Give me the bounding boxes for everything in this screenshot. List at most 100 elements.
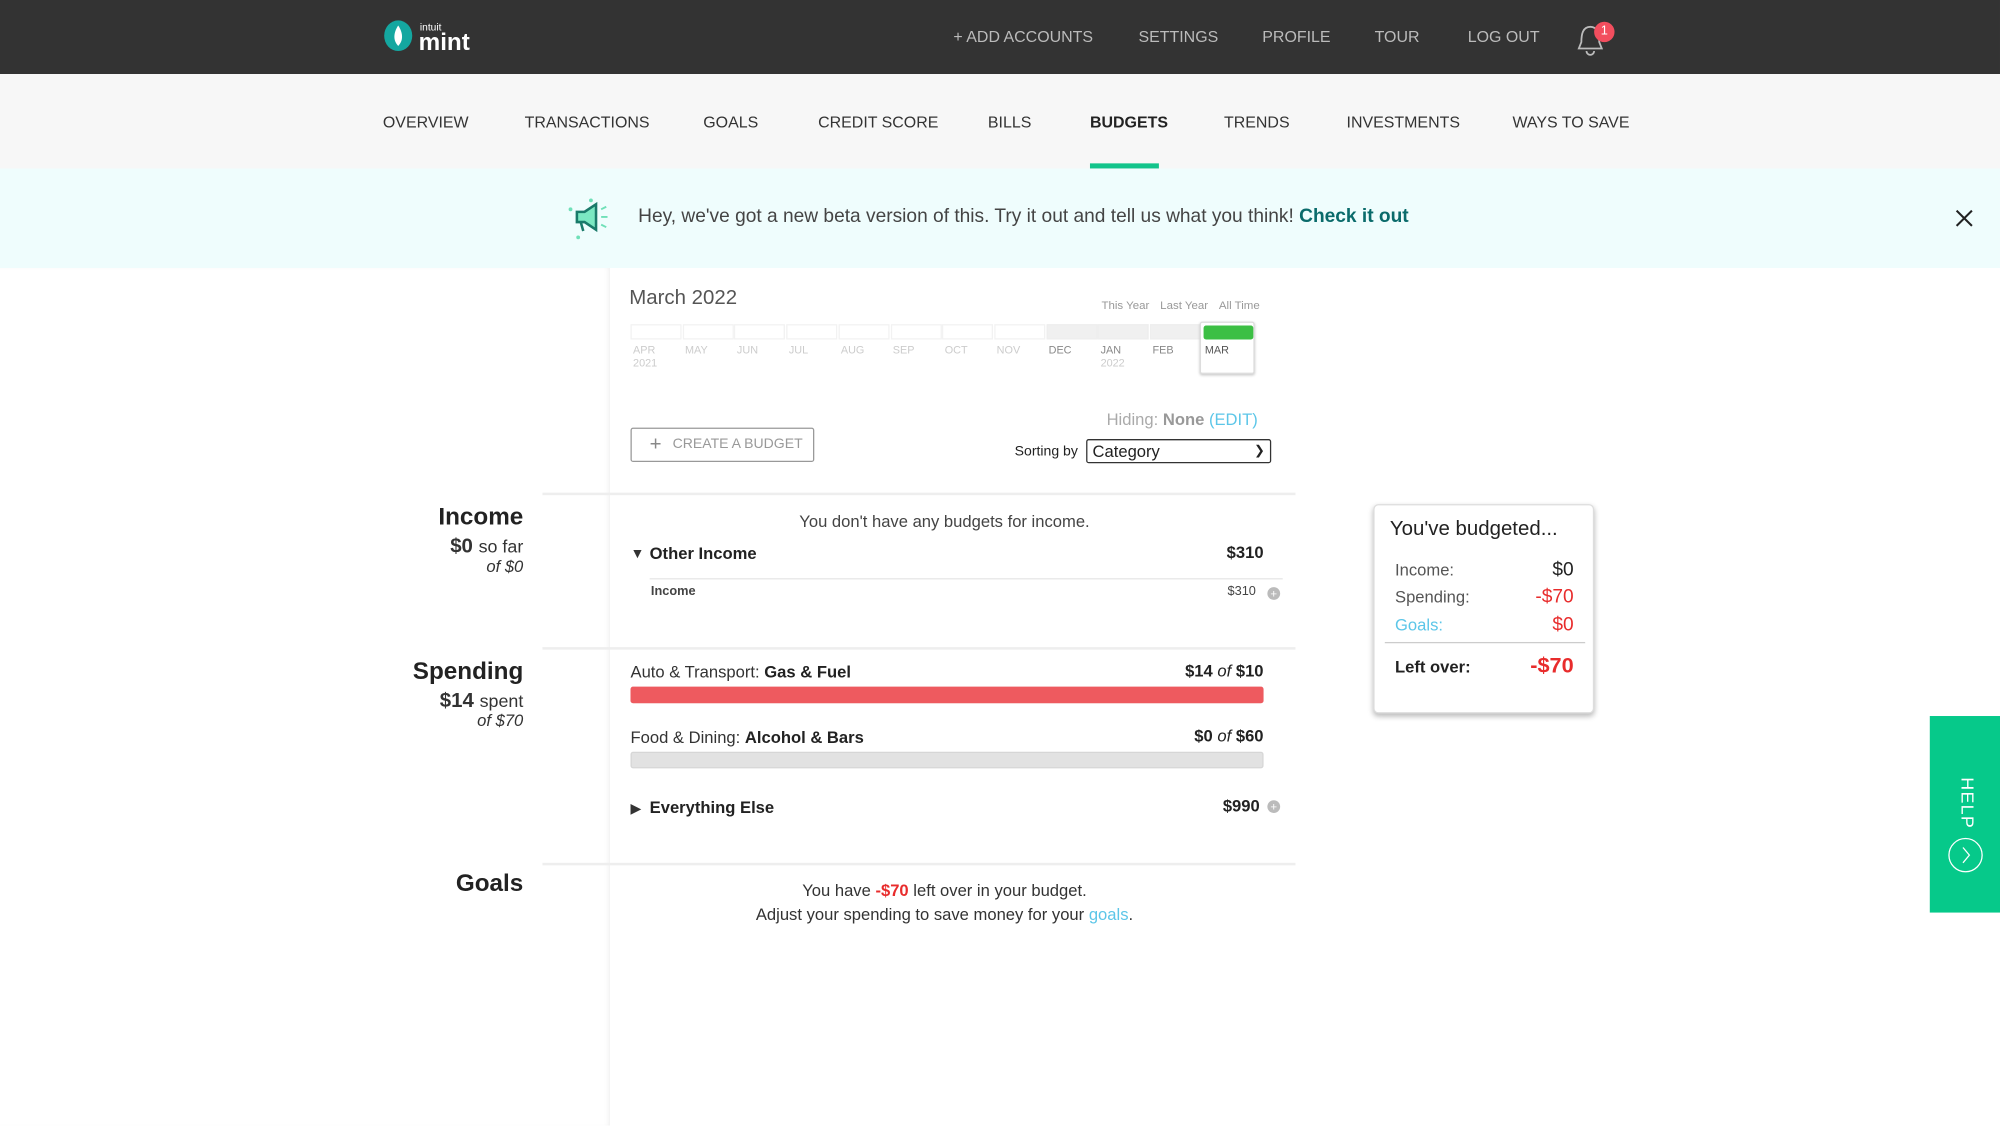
- tab-trends[interactable]: TRENDS: [1224, 114, 1290, 132]
- month-year-label: 2022: [1100, 356, 1125, 369]
- divider: [542, 647, 1296, 650]
- month-cell-dec[interactable]: [1046, 324, 1098, 340]
- range-all-time[interactable]: All Time: [1219, 299, 1260, 312]
- goals-link[interactable]: goals: [1089, 905, 1129, 924]
- spending-title: Spending: [412, 658, 524, 686]
- income-item-amount: $310: [1227, 584, 1256, 599]
- tab-goals[interactable]: GOALS: [703, 114, 758, 132]
- add-icon[interactable]: +: [1267, 587, 1281, 600]
- summary-left-value: -$70: [1530, 653, 1574, 678]
- check-it-out-link[interactable]: Check it out: [1299, 205, 1409, 227]
- goals-title: Goals: [455, 870, 524, 898]
- budget-gas-fuel-label[interactable]: Auto & Transport: Gas & Fuel: [631, 662, 851, 681]
- budget-alcohol-bars-label[interactable]: Food & Dining: Alcohol & Bars: [631, 728, 864, 747]
- progress-fill: [630, 686, 1264, 704]
- summary-goals-link[interactable]: Goals:: [1395, 615, 1443, 634]
- range-last-year[interactable]: Last Year: [1160, 299, 1208, 312]
- tab-budgets[interactable]: BUDGETS: [1090, 114, 1168, 132]
- income-of: of $0: [486, 556, 524, 576]
- close-icon[interactable]: [1955, 209, 1973, 233]
- budget-gas-fuel-progress[interactable]: [630, 686, 1264, 704]
- divider: [542, 492, 1296, 496]
- mint-logo[interactable]: intuit mint: [383, 19, 485, 61]
- add-icon[interactable]: +: [1267, 800, 1281, 814]
- everything-else-group[interactable]: Everything Else: [650, 798, 775, 817]
- settings-link[interactable]: SETTINGS: [1138, 28, 1218, 46]
- create-budget-label: CREATE A BUDGET: [672, 436, 803, 452]
- month-cell-apr[interactable]: [630, 324, 682, 340]
- budget-summary-card: You've budgeted... Income: $0 Spending: …: [1373, 504, 1595, 714]
- summary-income-value: $0: [1552, 559, 1574, 581]
- summary-spending-label: Spending:: [1395, 587, 1470, 607]
- month-year-label: 2021: [633, 356, 658, 369]
- month-cell-sep[interactable]: [890, 324, 942, 340]
- month-cell-aug[interactable]: [838, 324, 890, 340]
- divider: [649, 578, 1283, 580]
- month-cell-feb[interactable]: [1149, 324, 1202, 340]
- summary-goals-value: $0: [1552, 613, 1574, 636]
- edit-hiding-link[interactable]: (EDIT): [1209, 410, 1258, 429]
- month-label-feb: FEB: [1152, 343, 1174, 357]
- tab-bills[interactable]: BILLS: [988, 114, 1031, 132]
- hiding-status: Hiding: None (EDIT): [1106, 409, 1258, 429]
- tab-credit-score[interactable]: CREDIT SCORE: [818, 114, 938, 132]
- expand-triangle-icon[interactable]: ▶: [631, 800, 642, 817]
- plus-icon: +: [649, 433, 662, 456]
- sort-select[interactable]: Category ❯: [1086, 439, 1272, 464]
- period-title: March 2022: [629, 287, 738, 309]
- summary-title: You've budgeted...: [1389, 518, 1558, 540]
- beta-banner-text: Hey, we've got a new beta version of thi…: [638, 205, 1409, 228]
- divider: [1384, 641, 1586, 644]
- month-label-sep: SEP: [892, 343, 915, 357]
- goals-message: You have -$70 left over in your budget. …: [755, 880, 1134, 925]
- month-cell-may[interactable]: [682, 324, 734, 340]
- everything-else-amount: $990: [1222, 796, 1260, 816]
- profile-link[interactable]: PROFILE: [1262, 28, 1330, 46]
- income-empty-msg: You don't have any budgets for income.: [799, 511, 1090, 531]
- svg-text:mint: mint: [419, 29, 470, 55]
- month-label-jul: JUL: [788, 343, 809, 357]
- collapse-triangle-icon[interactable]: ▼: [631, 546, 645, 561]
- other-income-amount: $310: [1226, 542, 1264, 562]
- month-label-dec: DEC: [1048, 343, 1072, 357]
- budget-alcohol-bars-progress[interactable]: [630, 751, 1264, 769]
- month-label-jan: JAN: [1100, 343, 1122, 357]
- spending-of: of $70: [477, 710, 524, 731]
- logout-link[interactable]: LOG OUT: [1468, 28, 1540, 46]
- month-cell-nov[interactable]: [994, 324, 1046, 340]
- month-label-aug: AUG: [840, 343, 865, 357]
- chevron-right-icon: [1948, 837, 1984, 879]
- month-label-apr: APR: [633, 343, 656, 357]
- range-this-year[interactable]: This Year: [1101, 299, 1149, 312]
- month-label-nov: NOV: [996, 343, 1021, 357]
- tab-investments[interactable]: INVESTMENTS: [1347, 114, 1460, 132]
- summary-left-label: Left over:: [1395, 657, 1471, 677]
- month-label-oct: OCT: [944, 343, 968, 357]
- month-cell-jun[interactable]: [734, 324, 786, 340]
- tour-link[interactable]: TOUR: [1375, 28, 1420, 46]
- income-item-name: Income: [650, 584, 696, 599]
- sort-label: Sorting by: [1014, 444, 1078, 460]
- tab-overview[interactable]: OVERVIEW: [383, 114, 469, 132]
- budget-alcohol-bars-amount: $0 of $60: [1194, 726, 1264, 746]
- other-income-group[interactable]: Other Income: [650, 544, 757, 563]
- notification-badge: 1: [1594, 21, 1615, 43]
- month-label-mar: MAR: [1204, 343, 1229, 357]
- month-cell-oct[interactable]: [942, 324, 994, 340]
- month-label-may: MAY: [684, 343, 708, 357]
- chevron-down-icon: ❯: [1254, 444, 1265, 459]
- add-accounts-link[interactable]: + ADD ACCOUNTS: [953, 28, 1093, 46]
- month-cell-jan[interactable]: [1098, 324, 1150, 340]
- divider: [542, 862, 1296, 866]
- month-bar-mar: [1203, 325, 1254, 340]
- tab-ways-to-save[interactable]: WAYS TO SAVE: [1512, 114, 1629, 132]
- help-tab[interactable]: HELP: [1929, 716, 2000, 913]
- megaphone-icon: [565, 197, 614, 249]
- budget-gas-fuel-amount: $14 of $10: [1185, 661, 1264, 681]
- month-cell-jul[interactable]: [786, 324, 838, 340]
- month-label-jun: JUN: [736, 343, 759, 357]
- help-label: HELP: [1957, 777, 1979, 830]
- tab-transactions[interactable]: TRANSACTIONS: [525, 114, 650, 132]
- summary-spending-value: -$70: [1535, 585, 1574, 608]
- create-budget-button[interactable]: + CREATE A BUDGET: [630, 427, 815, 463]
